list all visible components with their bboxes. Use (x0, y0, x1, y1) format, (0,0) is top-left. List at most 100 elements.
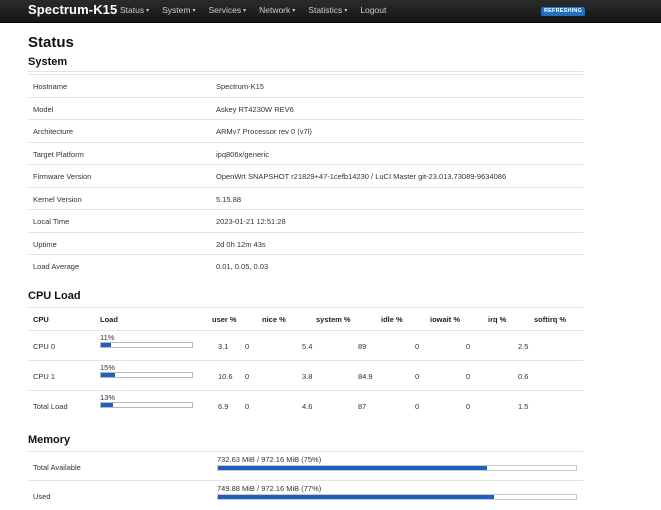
row-value: 5.15.88 (216, 194, 242, 204)
cpu-idle-value: 87 (358, 402, 367, 411)
cpu-softirq-value: 2.5 (518, 342, 529, 351)
cpu-irq-value: 0 (466, 372, 471, 381)
memory-progress-fill (218, 495, 494, 499)
row-label: Kernel Version (33, 194, 82, 204)
load-progress-fill (101, 343, 111, 347)
row-label: Load Average (33, 262, 80, 271)
cpu-iowait-value: 0 (415, 342, 420, 351)
memory-heading: Memory (28, 434, 71, 446)
top-navbar: Spectrum-K15 Status ▾ System ▾ Services ▾ N… (0, 0, 661, 23)
column-header-user: user % (212, 315, 237, 324)
cpu-softirq-value: 1.5 (518, 402, 529, 411)
table-row: Load Average 0.01, 0.05, 0.03 (28, 254, 583, 277)
load-percent: 13% (100, 393, 116, 402)
memory-progress-bar (217, 494, 577, 500)
cpu-system-value: 3.8 (302, 372, 313, 381)
load-progress-fill (101, 373, 115, 377)
chevron-down-icon: ▾ (192, 8, 196, 14)
load-progress-bar (100, 342, 193, 348)
menu-statistics[interactable]: Statistics ▾ (308, 5, 347, 15)
table-row: Firmware Version OpenWrt SNAPSHOT r21829+… (28, 164, 583, 187)
row-label: Hostname (33, 82, 68, 91)
chevron-down-icon: ▾ (146, 8, 150, 14)
cpu-name: CPU 0 (33, 342, 56, 351)
load-progress-bar (100, 402, 193, 408)
load-progress-fill (101, 403, 113, 407)
cpu-irq-value: 0 (466, 342, 471, 351)
cpu-user-value: 10.6 (218, 372, 233, 381)
memory-progress-fill (218, 466, 487, 470)
refreshing-badge[interactable]: REFRESHING (541, 7, 586, 16)
load-percent: 11% (100, 333, 115, 342)
page-title: Status (28, 34, 74, 51)
column-header-cpu: CPU (33, 315, 49, 324)
row-label: Total Available (33, 463, 81, 472)
table-row: Architecture ARMv7 Processor rev 0 (v7l) (28, 119, 583, 142)
chevron-down-icon: ▾ (344, 8, 348, 14)
row-label: Uptime (33, 239, 57, 249)
table-row: Uptime 2d 0h 12m 43s (28, 231, 583, 255)
cpu-irq-value: 0 (466, 402, 471, 411)
cpu-system-value: 5.4 (302, 342, 313, 351)
table-row: Target Platform ipq806x/generic (28, 141, 583, 165)
row-value: ipq806x/generic (216, 149, 269, 159)
row-value: 2023-01-21 12:51:28 (216, 217, 286, 226)
column-header-nice: nice % (262, 315, 286, 324)
cpu-nice-value: 0 (245, 402, 250, 411)
brand-logo[interactable]: Spectrum-K15 (28, 2, 117, 17)
table-row: Local Time 2023-01-21 12:51:28 (28, 209, 583, 232)
cpu-user-value: 6.9 (218, 402, 229, 411)
cpu-name: Total Load (33, 402, 68, 411)
load-percent: 15% (100, 363, 116, 372)
column-header-load: Load (100, 315, 118, 324)
row-value: Askey RT4230W REV6 (216, 104, 294, 114)
cpu-name: CPU 1 (33, 372, 56, 381)
chevron-down-icon: ▾ (243, 8, 247, 14)
row-value: 2d 0h 12m 43s (216, 239, 266, 249)
cpu-system-value: 4.6 (302, 402, 313, 411)
menu-network[interactable]: Network ▾ (259, 5, 295, 15)
table-row: CPU 0 11% 3.1 0 5.4 89 0 0 2.5 (28, 330, 583, 361)
menu-system[interactable]: System ▾ (162, 5, 195, 15)
menu-services[interactable]: Services ▾ (208, 5, 246, 15)
column-header-idle: idle % (381, 315, 403, 324)
cpu-user-value: 3.1 (218, 342, 229, 351)
cpu-softirq-value: 0.6 (518, 372, 529, 381)
table-row: Hostname Spectrum-K15 (28, 74, 583, 97)
menu-status[interactable]: Status ▾ (120, 5, 149, 15)
cpu-nice-value: 0 (245, 342, 250, 351)
cpu-idle-value: 89 (358, 342, 367, 351)
table-row: CPU 1 15% 10.6 0 3.8 84.9 0 0 0.6 (28, 360, 583, 391)
memory-value: 749.88 MiB / 972.16 MiB (77%) (217, 484, 322, 493)
menu-logout[interactable]: Logout (360, 5, 386, 15)
table-row: Total Load 13% 6.9 0 4.6 87 0 0 1.5 (28, 390, 583, 421)
cpu-idle-value: 84.9 (358, 372, 373, 381)
table-row: Kernel Version 5.15.88 (28, 186, 583, 210)
table-row: Used 749.88 MiB / 972.16 MiB (77%) (28, 480, 583, 510)
table-row: Model Askey RT4230W REV6 (28, 96, 583, 120)
row-label: Firmware Version (33, 172, 92, 181)
row-label: Model (33, 104, 54, 114)
load-progress-bar (100, 372, 193, 378)
column-header-system: system % (316, 315, 351, 324)
row-value: ARMv7 Processor rev 0 (v7l) (216, 127, 312, 136)
row-value: 0.01, 0.05, 0.03 (216, 262, 269, 271)
row-label: Local Time (33, 217, 70, 226)
column-header-irq: irq % (488, 315, 507, 324)
row-label: Architecture (33, 127, 74, 136)
table-row: Total Available 732.63 MiB / 972.16 MiB (… (28, 451, 583, 481)
system-heading: System (28, 56, 68, 68)
main-menu: Status ▾ System ▾ Services ▾ Network ▾ Stati… (120, 5, 399, 15)
column-header-softirq: softirq % (534, 315, 567, 324)
cpu-nice-value: 0 (245, 372, 250, 381)
row-label: Target Platform (33, 149, 84, 159)
divider (28, 71, 583, 72)
cpu-load-heading: CPU Load (28, 290, 81, 302)
cpu-iowait-value: 0 (415, 372, 420, 381)
cpu-iowait-value: 0 (415, 402, 420, 411)
memory-value: 732.63 MiB / 972.16 MiB (75%) (217, 455, 322, 464)
chevron-down-icon: ▾ (292, 8, 296, 14)
cpu-table-header: CPU Load user % nice % system % idle % i… (28, 307, 583, 330)
row-value: OpenWrt SNAPSHOT r21829+47-1cefb14230 / … (216, 172, 507, 181)
row-value: Spectrum-K15 (216, 82, 264, 91)
